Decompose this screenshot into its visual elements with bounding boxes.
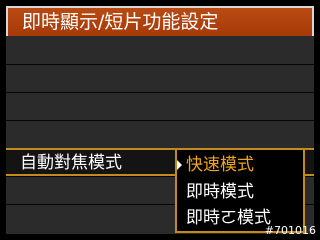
option-label: 即時模式 — [186, 182, 254, 202]
menu-title-bar: 即時顯示/短片功能設定 — [6, 6, 314, 36]
selection-arrow-icon — [177, 160, 182, 170]
af-mode-dropdown[interactable]: 快速模式 即時模式 即時ㄛ模式 — [175, 148, 305, 233]
option-label: 快速模式 — [186, 155, 254, 175]
dropdown-option-quick[interactable]: 快速模式 — [177, 152, 303, 178]
option-label: 即時ㄛ模式 — [186, 208, 271, 228]
page-title: 即時顯示/短片功能設定 — [22, 11, 219, 33]
watermark-text: #701016 — [264, 224, 316, 237]
dropdown-option-live[interactable]: 即時模式 — [177, 179, 303, 205]
row-divider — [6, 92, 314, 93]
row-divider — [6, 64, 314, 65]
menu-item-label: 自動對焦模式 — [20, 153, 122, 173]
row-divider — [6, 120, 314, 121]
